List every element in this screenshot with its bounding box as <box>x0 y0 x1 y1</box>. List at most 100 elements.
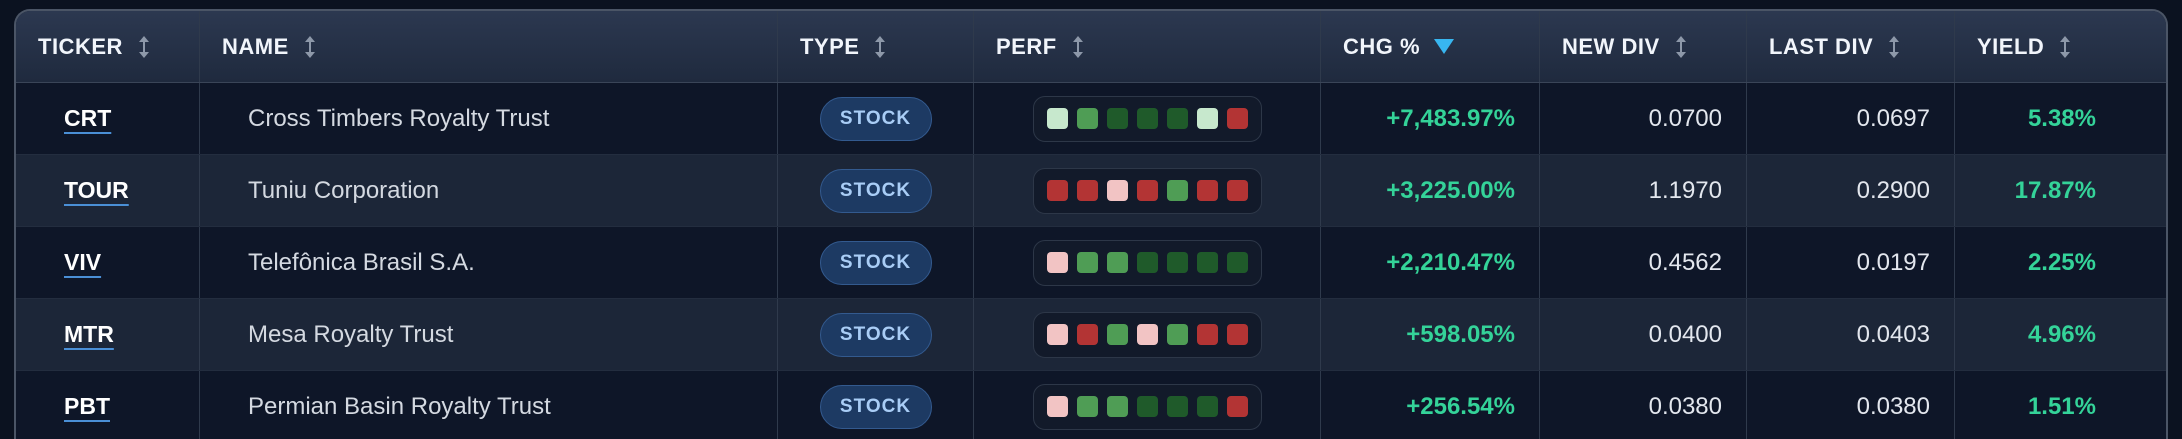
perf-square-green <box>1166 324 1188 345</box>
column-label-type: TYPE <box>800 33 860 59</box>
performance-strip <box>1032 95 1262 142</box>
perf-square-green <box>1076 396 1098 417</box>
last-dividend: 0.0197 <box>1856 248 1930 276</box>
column-header-new-div[interactable]: NEW DIV <box>1540 11 1747 82</box>
last-dividend: 0.2900 <box>1856 176 1930 204</box>
column-label-ticker: TICKER <box>38 33 123 59</box>
table-row[interactable]: PBT Permian Basin Royalty Trust STOCK +2… <box>16 371 2166 439</box>
column-label-yield: YIELD <box>1977 33 2045 59</box>
yield-value: 2.25% <box>2027 248 2096 276</box>
new-dividend: 0.0380 <box>1648 392 1722 420</box>
type-badge: STOCK <box>819 312 932 357</box>
column-label-chg: CHG % <box>1343 33 1421 59</box>
change-percent: +3,225.00% <box>1386 176 1515 204</box>
yield-value: 5.38% <box>2027 104 2096 132</box>
type-badge: STOCK <box>819 96 932 141</box>
perf-square-dark-green <box>1136 396 1158 417</box>
column-label-name: NAME <box>222 33 289 59</box>
perf-square-red <box>1226 396 1248 417</box>
perf-square-red <box>1076 324 1098 345</box>
perf-square-light-red <box>1046 396 1068 417</box>
column-header-last-div[interactable]: LAST DIV <box>1747 11 1955 82</box>
company-name: Cross Timbers Royalty Trust <box>248 104 550 132</box>
sort-icon[interactable] <box>303 35 317 58</box>
company-name: Telefônica Brasil S.A. <box>248 248 475 276</box>
perf-square-red <box>1196 180 1218 201</box>
ticker-link[interactable]: PBT <box>16 393 110 420</box>
yield-value: 4.96% <box>2027 320 2096 348</box>
perf-square-red <box>1226 180 1248 201</box>
ticker-link[interactable]: CRT <box>16 105 111 132</box>
perf-square-dark-green <box>1166 252 1188 273</box>
perf-square-dark-green <box>1166 108 1188 129</box>
table-row[interactable]: CRT Cross Timbers Royalty Trust STOCK +7… <box>16 83 2166 155</box>
table-body: CRT Cross Timbers Royalty Trust STOCK +7… <box>16 83 2166 439</box>
sort-descending-icon[interactable] <box>1434 39 1455 54</box>
perf-square-red <box>1136 180 1158 201</box>
perf-square-dark-green <box>1106 108 1128 129</box>
sort-icon[interactable] <box>1887 35 1901 58</box>
last-dividend: 0.0380 <box>1856 392 1930 420</box>
perf-square-green <box>1076 108 1098 129</box>
type-badge: STOCK <box>819 240 932 285</box>
ticker-link[interactable]: TOUR <box>16 177 129 204</box>
table-row[interactable]: MTR Mesa Royalty Trust STOCK +598.05% 0.… <box>16 299 2166 371</box>
perf-square-red <box>1196 324 1218 345</box>
company-name: Permian Basin Royalty Trust <box>248 392 551 420</box>
column-header-chg[interactable]: CHG % <box>1321 11 1540 82</box>
type-badge: STOCK <box>819 168 932 213</box>
performance-strip <box>1032 311 1262 358</box>
table-header: TICKER NAME TYPE PERF CHG % NEW DIV LAST… <box>16 11 2166 83</box>
company-name: Mesa Royalty Trust <box>248 320 454 348</box>
type-badge: STOCK <box>819 384 932 429</box>
sort-icon[interactable] <box>873 35 887 58</box>
perf-square-light-green <box>1196 108 1218 129</box>
sort-icon[interactable] <box>137 35 151 58</box>
ticker-link[interactable]: MTR <box>16 321 114 348</box>
perf-square-light-red <box>1046 324 1068 345</box>
sort-icon[interactable] <box>1674 35 1688 58</box>
change-percent: +598.05% <box>1406 320 1515 348</box>
perf-square-red <box>1226 108 1248 129</box>
yield-value: 17.87% <box>2014 176 2096 204</box>
column-label-last-div: LAST DIV <box>1769 33 1874 59</box>
column-header-ticker[interactable]: TICKER <box>16 11 200 82</box>
column-label-new-div: NEW DIV <box>1562 33 1660 59</box>
new-dividend: 0.0400 <box>1648 320 1722 348</box>
perf-square-green <box>1106 324 1128 345</box>
perf-square-light-green <box>1046 108 1068 129</box>
table-row[interactable]: TOUR Tuniu Corporation STOCK +3,225.00% … <box>16 155 2166 227</box>
column-header-perf[interactable]: PERF <box>974 11 1321 82</box>
ticker-link[interactable]: VIV <box>16 249 101 276</box>
perf-square-red <box>1046 180 1068 201</box>
table-row[interactable]: VIV Telefônica Brasil S.A. STOCK +2,210.… <box>16 227 2166 299</box>
new-dividend: 0.0700 <box>1648 104 1722 132</box>
last-dividend: 0.0697 <box>1856 104 1930 132</box>
perf-square-green <box>1166 180 1188 201</box>
perf-square-dark-green <box>1166 396 1188 417</box>
change-percent: +2,210.47% <box>1386 248 1515 276</box>
new-dividend: 1.1970 <box>1648 176 1722 204</box>
perf-square-green <box>1076 252 1098 273</box>
last-dividend: 0.0403 <box>1856 320 1930 348</box>
dividend-table: TICKER NAME TYPE PERF CHG % NEW DIV LAST… <box>14 9 2168 439</box>
column-label-perf: PERF <box>996 33 1057 59</box>
perf-square-dark-green <box>1136 252 1158 273</box>
sort-icon[interactable] <box>2058 35 2072 58</box>
perf-square-green <box>1106 396 1128 417</box>
column-header-yield[interactable]: YIELD <box>1955 11 2166 82</box>
perf-square-dark-green <box>1196 396 1218 417</box>
perf-square-light-red <box>1106 180 1128 201</box>
company-name: Tuniu Corporation <box>248 176 440 204</box>
perf-square-dark-green <box>1196 252 1218 273</box>
perf-square-light-red <box>1046 252 1068 273</box>
change-percent: +256.54% <box>1406 392 1515 420</box>
performance-strip <box>1032 239 1262 286</box>
perf-square-dark-green <box>1136 108 1158 129</box>
perf-square-red <box>1076 180 1098 201</box>
sort-icon[interactable] <box>1071 35 1085 58</box>
new-dividend: 0.4562 <box>1648 248 1722 276</box>
column-header-type[interactable]: TYPE <box>778 11 974 82</box>
column-header-name[interactable]: NAME <box>200 11 778 82</box>
perf-square-green <box>1106 252 1128 273</box>
